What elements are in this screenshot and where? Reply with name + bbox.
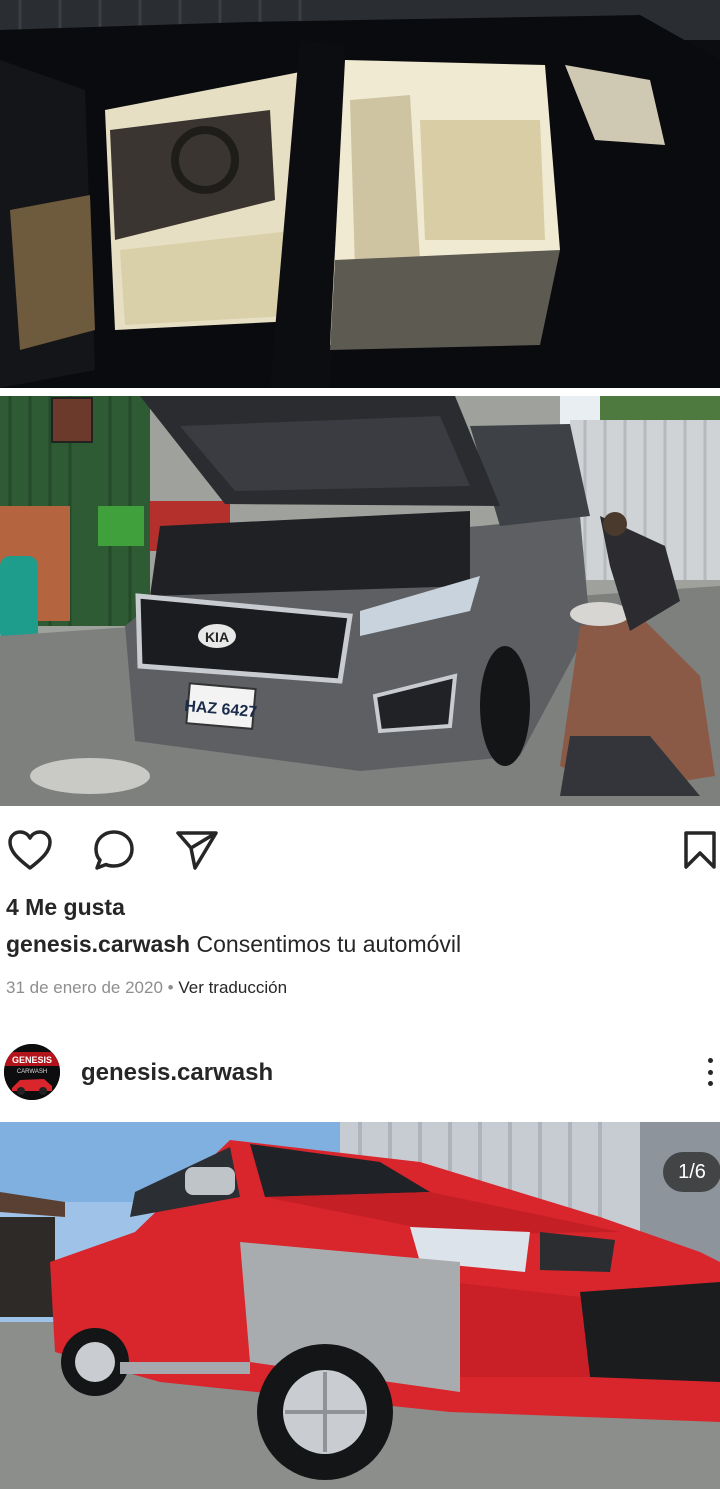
caption-text: Consentimos tu automóvil: [196, 931, 462, 957]
kia-badge: KIA: [205, 629, 229, 645]
post-image-red-pickup[interactable]: [0, 1122, 720, 1489]
avatar[interactable]: GENESIS CARWASH: [4, 1044, 60, 1100]
comment-icon: [94, 830, 134, 870]
bookmark-icon: [684, 831, 716, 869]
post-meta: 31 de enero de 2020 • Ver traducción: [6, 978, 287, 998]
like-button[interactable]: [6, 826, 54, 874]
like-count[interactable]: 4 Me gusta: [6, 894, 125, 921]
post-image-car-interior[interactable]: [0, 0, 720, 388]
save-button[interactable]: [680, 826, 720, 874]
avatar-logo-text: GENESIS: [12, 1055, 52, 1065]
post-caption: genesis.carwash Consentimos tu automóvil: [6, 931, 461, 958]
more-options-button[interactable]: [700, 1054, 720, 1090]
more-vertical-icon: [707, 1058, 713, 1063]
comment-button[interactable]: [90, 826, 138, 874]
post-header: GENESIS CARWASH genesis.carwash: [0, 1040, 720, 1106]
meta-separator: •: [167, 978, 174, 997]
avatar-logo-subtext: CARWASH: [17, 1069, 47, 1075]
heart-icon: [8, 830, 52, 870]
post-date: 31 de enero de 2020: [6, 978, 163, 997]
post-action-bar: [0, 826, 720, 874]
caption-username[interactable]: genesis.carwash: [6, 931, 190, 957]
see-translation-link[interactable]: Ver traducción: [178, 978, 287, 997]
carousel-counter: 1/6: [663, 1152, 720, 1192]
post-username[interactable]: genesis.carwash: [81, 1059, 273, 1087]
post-image-kia-suv[interactable]: KIA HAZ 6427: [0, 396, 720, 806]
paper-plane-icon: [176, 831, 218, 870]
share-button[interactable]: [173, 826, 221, 874]
